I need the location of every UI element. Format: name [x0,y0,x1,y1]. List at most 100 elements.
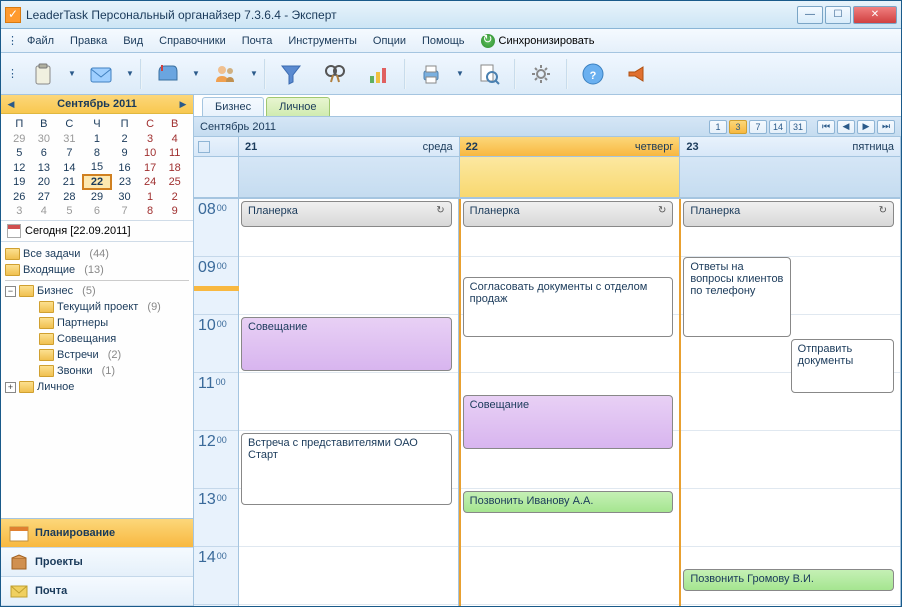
expand-icon[interactable]: + [5,382,16,393]
preview-button[interactable] [470,57,508,91]
event[interactable]: Встреча с представителями ОАО Старт [241,433,452,505]
event[interactable]: Отправить документы [791,339,894,393]
print-button[interactable] [412,57,450,91]
cal-day[interactable]: 4 [32,204,57,218]
cal-day[interactable]: 30 [32,132,57,146]
menu-options[interactable]: Опции [366,32,413,50]
event[interactable]: Планерка↻ [241,201,452,227]
cal-day[interactable]: 1 [83,132,112,146]
sync-button[interactable]: Синхронизировать [474,31,602,51]
cal-day[interactable]: 21 [56,175,83,189]
maximize-button[interactable]: ☐ [825,6,851,24]
cal-day[interactable]: 11 [162,146,187,160]
minimize-button[interactable]: — [797,6,823,24]
mailbox-button[interactable] [148,57,186,91]
menu-mail[interactable]: Почта [235,32,280,50]
cal-day[interactable]: 3 [7,204,32,218]
mini-calendar[interactable]: ПВСЧПСВ293031123456789101112131415161718… [1,114,193,220]
cal-day[interactable]: 7 [111,204,138,218]
event[interactable]: Совещание [463,395,674,449]
tree-partners[interactable]: Партнеры [1,315,193,331]
cal-day[interactable]: 28 [56,189,83,204]
cal-day[interactable]: 2 [162,189,187,204]
collapse-icon[interactable]: − [5,286,16,297]
range-14[interactable]: 14 [769,120,787,134]
mail-button[interactable] [82,57,120,91]
tree-business[interactable]: −Бизнес (5) [1,283,193,299]
filter-button[interactable] [272,57,310,91]
cal-day[interactable]: 6 [83,204,112,218]
cal-day[interactable]: 6 [32,146,57,160]
cal-day[interactable]: 4 [162,132,187,146]
find-button[interactable] [316,57,354,91]
corner-box[interactable] [194,137,239,156]
event[interactable]: Совещание [241,317,452,371]
range-31[interactable]: 31 [789,120,807,134]
cal-day[interactable]: 27 [32,189,57,204]
cal-day[interactable]: 26 [7,189,32,204]
close-button[interactable]: ✕ [853,6,897,24]
cal-day[interactable]: 9 [111,146,138,160]
cal-day[interactable]: 29 [7,132,32,146]
clipboard-dropdown[interactable]: ▼ [68,57,76,91]
tree-calls[interactable]: Звонки (1) [1,363,193,379]
day-column-23[interactable]: Планерка↻Ответы на вопросы клиентов по т… [681,199,901,606]
cal-day[interactable]: 9 [162,204,187,218]
cal-day[interactable]: 16 [111,160,138,175]
cal-day[interactable]: 5 [56,204,83,218]
range-1[interactable]: 1 [709,120,727,134]
tab-business[interactable]: Бизнес [202,97,264,116]
tree-inbox[interactable]: Входящие (13) [1,262,193,278]
nav-next[interactable]: ▶ [857,120,875,134]
announce-button[interactable] [618,57,656,91]
nav-first[interactable]: ⏮ [817,120,835,134]
event[interactable]: Ответы на вопросы клиентов по телефону [683,257,790,337]
cal-day[interactable]: 17 [138,160,163,175]
cal-day[interactable]: 24 [138,175,163,189]
menu-tools[interactable]: Инструменты [281,32,364,50]
tree-encounters[interactable]: Встречи (2) [1,347,193,363]
range-7[interactable]: 7 [749,120,767,134]
allday-row[interactable] [194,157,901,199]
menu-refs[interactable]: Справочники [152,32,233,50]
cal-day[interactable]: 13 [32,160,57,175]
cal-day[interactable]: 7 [56,146,83,160]
cal-day[interactable]: 12 [7,160,32,175]
mail-dropdown[interactable]: ▼ [126,57,134,91]
cal-day[interactable]: 19 [7,175,32,189]
cal-day[interactable]: 31 [56,132,83,146]
nav-prev[interactable]: ◀ [837,120,855,134]
menu-view[interactable]: Вид [116,32,150,50]
range-3[interactable]: 3 [729,120,747,134]
cal-day[interactable]: 1 [138,189,163,204]
tree-personal[interactable]: +Личное [1,379,193,395]
cal-day[interactable]: 15 [83,160,112,175]
day-column-21[interactable]: Планерка↻ Совещание Встреча с представител… [239,199,459,606]
nav-mail[interactable]: Почта [1,577,193,606]
tree-meetings[interactable]: Совещания [1,331,193,347]
cal-day[interactable]: 10 [138,146,163,160]
cal-day[interactable]: 20 [32,175,57,189]
stats-button[interactable] [360,57,398,91]
tab-personal[interactable]: Личное [266,97,329,116]
nav-planning[interactable]: Планирование [1,519,193,548]
day-header-23[interactable]: 23пятница [680,137,901,156]
contacts-button[interactable] [206,57,244,91]
nav-last[interactable]: ⏭ [877,120,895,134]
schedule-grid[interactable]: 0800090010001100120013001400 Планерка↻Со… [194,199,901,606]
cal-day[interactable]: 8 [138,204,163,218]
cal-day[interactable]: 5 [7,146,32,160]
menu-edit[interactable]: Правка [63,32,114,50]
cal-day[interactable]: 14 [56,160,83,175]
day-column-22[interactable]: Планерка↻ Согласовать документы с отделом… [459,199,682,606]
event[interactable]: Планерка↻ [463,201,674,227]
today-link[interactable]: Сегодня [22.09.2011] [1,220,193,242]
cal-day[interactable]: 8 [83,146,112,160]
clipboard-button[interactable] [24,57,62,91]
mailbox-dropdown[interactable]: ▼ [192,57,200,91]
next-month-button[interactable]: ▶ [176,97,190,111]
cal-day[interactable]: 3 [138,132,163,146]
event[interactable]: Согласовать документы с отделом продаж [463,277,674,337]
cal-day[interactable]: 2 [111,132,138,146]
cal-day[interactable]: 18 [162,160,187,175]
